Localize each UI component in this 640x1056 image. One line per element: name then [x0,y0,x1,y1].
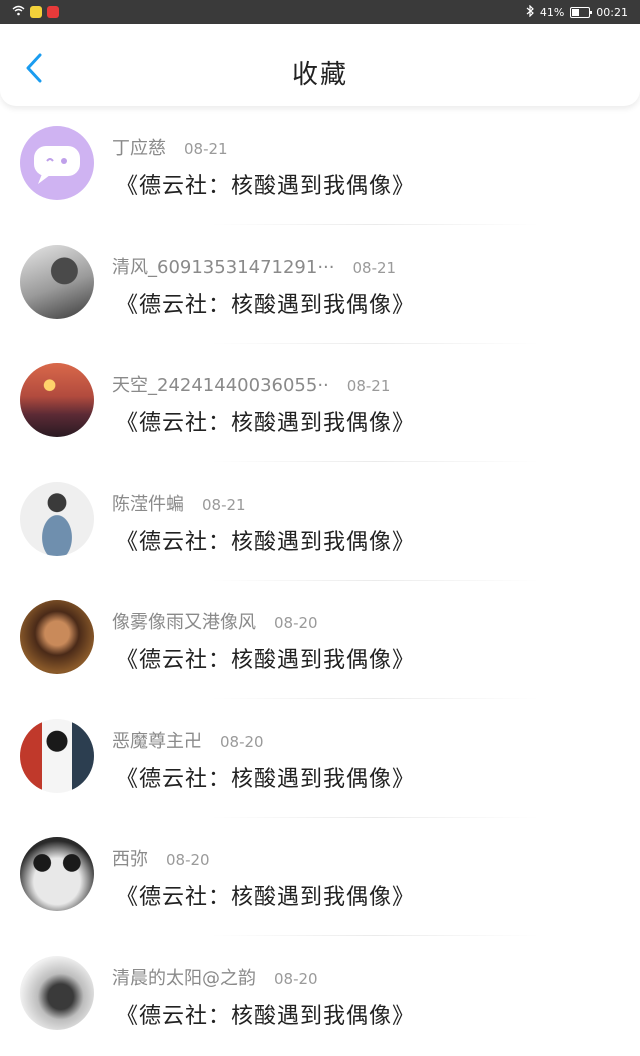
username: 清晨的太阳@之韵 [112,968,256,989]
app-notification-icon [47,6,59,18]
item-meta: 丁应慈 08-21 [112,134,228,160]
list-item[interactable]: 陈滢件蝙 08-21 《德云社：核酸遇到我偶像》 [0,464,640,583]
username: 丁应慈 [112,138,166,159]
list-item[interactable]: 恶魔尊主卍 08-20 《德云社：核酸遇到我偶像》 [0,701,640,820]
divider [210,224,540,225]
username: 清风_60913531471291··· [112,257,335,278]
item-title[interactable]: 《德云社：核酸遇到我偶像》 [116,642,415,674]
list-item[interactable]: 天空_24241440036055·· 08-21 《德云社：核酸遇到我偶像》 [0,345,640,464]
item-title[interactable]: 《德云社：核酸遇到我偶像》 [116,998,415,1030]
username: 恶魔尊主卍 [112,731,202,752]
divider [210,343,540,344]
date: 08-20 [274,614,318,632]
item-meta: 天空_24241440036055·· 08-21 [112,371,390,397]
bluetooth-icon [526,5,534,20]
username: 陈滢件蝙 [112,494,184,515]
item-title[interactable]: 《德云社：核酸遇到我偶像》 [116,405,415,437]
item-meta: 像雾像雨又港像风 08-20 [112,608,318,634]
avatar[interactable] [20,245,94,319]
date: 08-21 [353,259,397,277]
favorites-list: 丁应慈 08-21 《德云社：核酸遇到我偶像》 清风_60913531471291… [0,108,640,1056]
header: 收藏 [0,24,640,106]
username: 西弥 [112,849,148,870]
app-notification-icon [30,6,42,18]
item-meta: 清晨的太阳@之韵 08-20 [112,964,318,990]
default-avatar-icon [20,126,94,200]
username: 天空_24241440036055·· [112,375,329,396]
battery-percent: 41% [540,6,564,19]
avatar[interactable] [20,600,94,674]
date: 08-20 [274,970,318,988]
avatar[interactable] [20,482,94,556]
item-meta: 清风_60913531471291··· 08-21 [112,253,396,279]
avatar[interactable] [20,837,94,911]
page-title: 收藏 [0,54,640,91]
avatar[interactable] [20,363,94,437]
wifi-icon [12,5,25,19]
list-item[interactable]: 丁应慈 08-21 《德云社：核酸遇到我偶像》 [0,108,640,227]
avatar[interactable] [20,719,94,793]
date: 08-20 [166,851,210,869]
divider [210,580,540,581]
list-item[interactable]: 西弥 08-20 《德云社：核酸遇到我偶像》 [0,819,640,938]
date: 08-21 [184,140,228,158]
battery-icon [570,7,590,18]
list-item[interactable]: 清晨的太阳@之韵 08-20 《德云社：核酸遇到我偶像》 [0,938,640,1056]
clock: 00:21 [596,6,628,19]
item-title[interactable]: 《德云社：核酸遇到我偶像》 [116,168,415,200]
list-item[interactable]: 像雾像雨又港像风 08-20 《德云社：核酸遇到我偶像》 [0,582,640,701]
date: 08-21 [202,496,246,514]
divider [210,817,540,818]
username: 像雾像雨又港像风 [112,612,256,633]
date: 08-21 [347,377,391,395]
status-bar: 41% 00:21 [0,0,640,24]
item-meta: 陈滢件蝙 08-21 [112,490,246,516]
divider [210,698,540,699]
divider [210,461,540,462]
item-meta: 西弥 08-20 [112,845,210,871]
avatar[interactable] [20,126,94,200]
item-title[interactable]: 《德云社：核酸遇到我偶像》 [116,287,415,319]
list-item[interactable]: 清风_60913531471291··· 08-21 《德云社：核酸遇到我偶像》 [0,227,640,346]
avatar[interactable] [20,956,94,1030]
item-title[interactable]: 《德云社：核酸遇到我偶像》 [116,879,415,911]
item-meta: 恶魔尊主卍 08-20 [112,727,264,753]
date: 08-20 [220,733,264,751]
item-title[interactable]: 《德云社：核酸遇到我偶像》 [116,524,415,556]
item-title[interactable]: 《德云社：核酸遇到我偶像》 [116,761,415,793]
divider [210,935,540,936]
